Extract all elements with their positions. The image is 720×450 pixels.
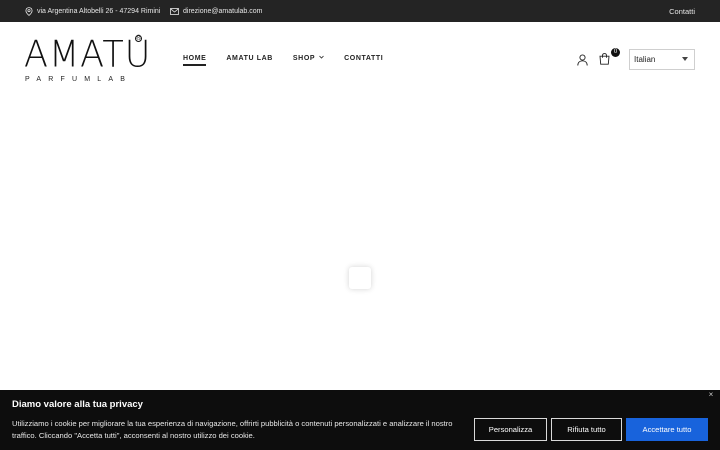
chevron-down-icon <box>319 55 324 61</box>
nav-item-home[interactable]: HOME <box>183 54 207 66</box>
logo-subtitle: PARFUMLAB <box>25 76 133 83</box>
language-selected: Italian <box>634 55 656 64</box>
nav-label: SHOP <box>292 54 316 62</box>
nav-item-shop[interactable]: SHOP <box>293 55 324 62</box>
cart-icon[interactable] <box>599 52 610 70</box>
close-icon[interactable]: × <box>706 390 716 400</box>
accept-all-button[interactable]: Accettare tutto <box>626 418 708 441</box>
nav-label: AMATU LAB <box>226 54 273 62</box>
user-account-icon[interactable] <box>577 53 588 71</box>
nav-item-contatti[interactable]: CONTATTI <box>344 55 383 62</box>
address-info: via Argentina Altobelli 26 - 47294 Rimin… <box>25 0 160 22</box>
registered-mark: ® <box>135 35 142 42</box>
envelope-icon <box>170 7 179 15</box>
reject-all-button[interactable]: Rifiuta tutto <box>551 418 622 441</box>
nav-label: CONTATTI <box>344 54 384 62</box>
language-select[interactable]: Italian <box>629 49 695 70</box>
page-loader <box>349 267 371 289</box>
email-info[interactable]: direzione@amatulab.com <box>170 0 262 22</box>
site-logo[interactable]: AMATU ® PARFUMLAB <box>24 34 150 90</box>
cookie-title: Diamo valore alla tua privacy <box>12 399 143 410</box>
map-pin-icon <box>25 6 33 16</box>
cookie-banner: × Diamo valore alla tua privacy Utilizzi… <box>0 390 720 450</box>
nav-item-amatu-lab[interactable]: AMATU LAB <box>226 55 272 62</box>
customize-button[interactable]: Personalizza <box>474 418 547 441</box>
main-nav: HOME AMATU LAB SHOP CONTATTI <box>183 22 403 94</box>
site-header: AMATU ® PARFUMLAB HOME AMATU LAB SHOP CO… <box>0 22 720 100</box>
contacts-link[interactable]: Contatti <box>669 0 695 22</box>
cart-count-badge: 0 <box>611 48 620 57</box>
dropdown-arrow-icon <box>682 57 688 61</box>
email-link[interactable]: direzione@amatulab.com <box>183 8 262 15</box>
top-bar: via Argentina Altobelli 26 - 47294 Rimin… <box>0 0 720 22</box>
logo-wordmark: AMATU <box>24 34 152 76</box>
cookie-description: Utilizziamo i cookie per migliorare la t… <box>12 419 453 440</box>
address-text: via Argentina Altobelli 26 - 47294 Rimin… <box>37 7 161 15</box>
nav-label: HOME <box>183 54 207 62</box>
